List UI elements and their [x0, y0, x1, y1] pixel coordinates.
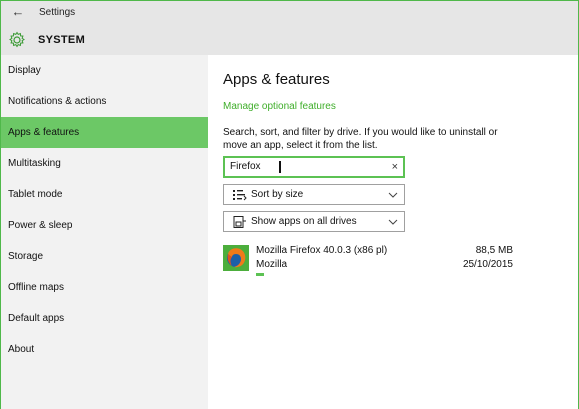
back-button[interactable]: ←: [10, 4, 26, 20]
sidebar-item-label: Offline maps: [8, 282, 64, 293]
sidebar-item-apps-features[interactable]: Apps & features: [1, 117, 208, 148]
app-title: Settings: [39, 7, 76, 18]
search-value: Firefox: [230, 161, 261, 172]
drive-dropdown-label: Show apps on all drives: [251, 216, 357, 227]
description-text: Search, sort, and filter by drive. If yo…: [223, 127, 498, 151]
drive-icon: [233, 216, 246, 228]
app-publisher: Mozilla: [256, 259, 288, 270]
search-input[interactable]: Firefox ×: [223, 156, 405, 178]
text-caret: [279, 161, 281, 173]
sidebar-item-label: Notifications & actions: [8, 96, 107, 107]
sidebar-item-about[interactable]: About: [1, 334, 208, 365]
app-install-date: 25/10/2015: [462, 259, 513, 270]
page-title: Apps & features: [223, 71, 330, 88]
sidebar-item-label: Power & sleep: [8, 220, 73, 231]
gear-icon: [9, 31, 25, 48]
sidebar-item-offline-maps[interactable]: Offline maps: [1, 272, 208, 303]
sidebar-item-label: Tablet mode: [8, 189, 63, 200]
section-title: SYSTEM: [38, 34, 86, 46]
sidebar-item-notifications[interactable]: Notifications & actions: [1, 86, 208, 117]
sidebar-item-storage[interactable]: Storage: [1, 241, 208, 272]
chevron-down-icon: [388, 219, 398, 225]
sidebar-item-label: Storage: [8, 251, 44, 262]
sort-dropdown-label: Sort by size: [251, 189, 304, 200]
settings-window: ← Settings SYSTEM Display Notifications …: [0, 0, 579, 409]
sidebar-item-power-sleep[interactable]: Power & sleep: [1, 210, 208, 241]
sidebar-item-label: Display: [8, 65, 41, 76]
title-bar: ← Settings: [1, 1, 578, 25]
app-list-item[interactable]: Mozilla Firefox 40.0.3 (x86 pl) 88,5 MB …: [223, 243, 513, 279]
clear-search-button[interactable]: ×: [392, 160, 398, 174]
sort-icon: [233, 190, 247, 201]
app-size: 88,5 MB: [475, 245, 513, 256]
sidebar-item-tablet-mode[interactable]: Tablet mode: [1, 179, 208, 210]
sidebar-item-label: Default apps: [8, 313, 65, 324]
firefox-icon: [223, 245, 249, 271]
app-size-bar: [256, 273, 264, 276]
section-header: SYSTEM: [1, 25, 578, 55]
sidebar-item-display[interactable]: Display: [1, 55, 208, 86]
sidebar-item-label: Multitasking: [8, 158, 61, 169]
sidebar-item-default-apps[interactable]: Default apps: [1, 303, 208, 334]
sidebar-item-label: About: [8, 344, 35, 355]
sidebar-item-label: Apps & features: [8, 127, 80, 138]
sidebar: Display Notifications & actions Apps & f…: [1, 55, 208, 409]
sort-dropdown[interactable]: Sort by size: [223, 184, 405, 205]
app-name: Mozilla Firefox 40.0.3 (x86 pl): [256, 245, 388, 256]
chevron-down-icon: [388, 192, 398, 198]
drive-dropdown[interactable]: Show apps on all drives: [223, 211, 405, 232]
main-content: Apps & features Manage optional features…: [208, 55, 578, 409]
manage-optional-features-link[interactable]: Manage optional features: [223, 101, 336, 112]
sidebar-item-multitasking[interactable]: Multitasking: [1, 148, 208, 179]
